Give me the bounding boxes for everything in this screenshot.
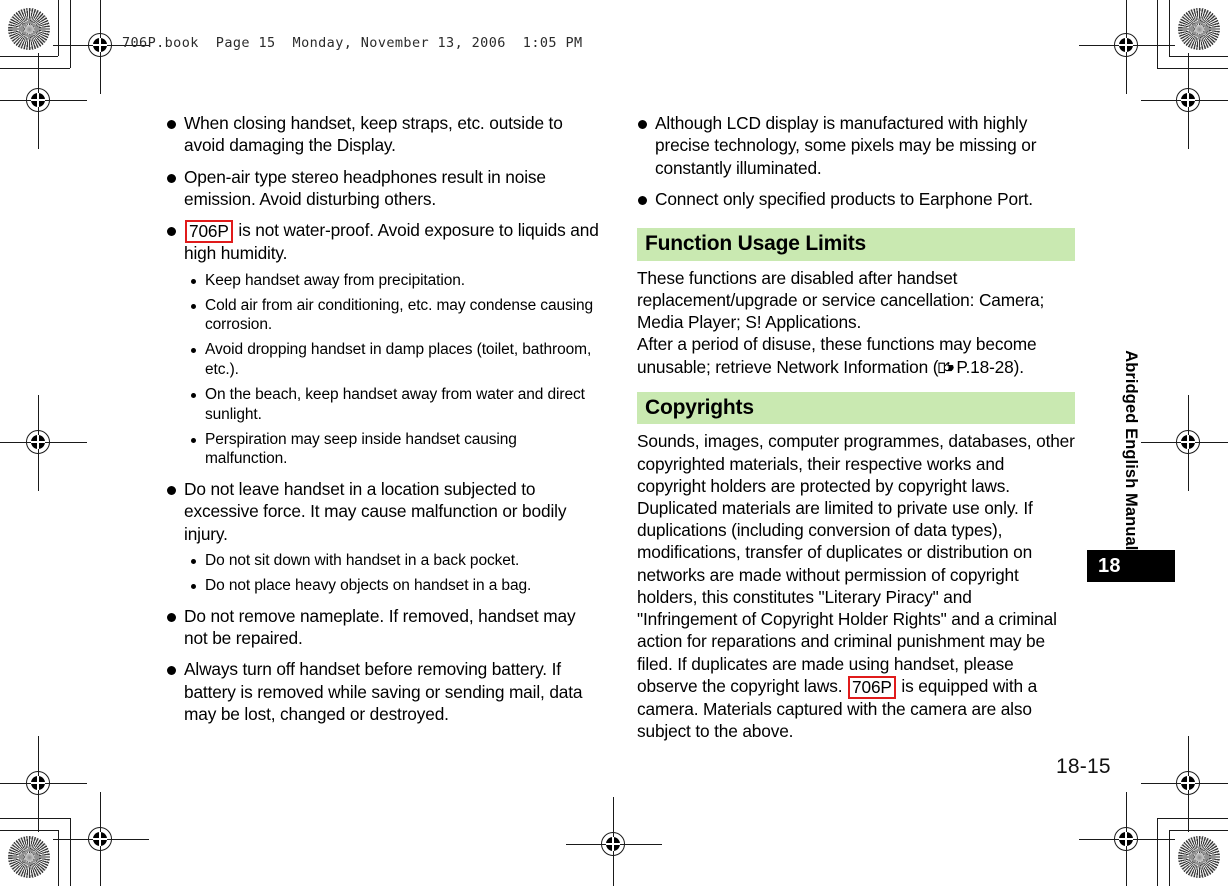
sub-list-item: Do not place heavy objects on handset in… [184, 576, 603, 596]
sidebar-manual-title: Abridged English Manual [1121, 349, 1140, 550]
sidebar-rail: Abridged English Manual [1096, 110, 1140, 550]
sub-bullet-list: Do not sit down with handset in a back p… [184, 551, 603, 596]
left-bullet-list: When closing handset, keep straps, etc. … [166, 112, 603, 725]
list-item: Do not leave handset in a location subje… [166, 478, 603, 596]
list-item: Open-air type stereo headphones result i… [166, 166, 603, 211]
sub-list-item: On the beach, keep handset away from wat… [184, 385, 603, 425]
sub-list-item: Avoid dropping handset in damp places (t… [184, 340, 603, 380]
section-paragraph: Sounds, images, computer programmes, dat… [637, 430, 1075, 742]
sub-bullet-list: Keep handset away from precipitation. Co… [184, 271, 603, 469]
section-heading-copyrights: Copyrights [637, 391, 1075, 425]
sub-list-item: Do not sit down with handset in a back p… [184, 551, 603, 571]
bullet-text: Connect only specified products to Earph… [655, 188, 1033, 209]
model-tag: 706P [848, 675, 896, 699]
page-canvas: 706P.book Page 15 Monday, November 13, 2… [0, 0, 1228, 886]
bullet-text: Do not leave handset in a location subje… [184, 479, 567, 544]
list-item: 706P is not water-proof. Avoid exposure … [166, 219, 603, 469]
chapter-number-tab: 18 [1087, 550, 1175, 582]
bullet-text: is not water-proof. Avoid exposure to li… [184, 220, 599, 264]
bullet-text: Open-air type stereo headphones result i… [184, 166, 546, 209]
section-heading-function-usage-limits: Function Usage Limits [637, 228, 1075, 261]
model-tag: 706P [185, 220, 233, 244]
content-columns: When closing handset, keep straps, etc. … [0, 0, 1228, 886]
right-column: Although LCD display is manufactured wit… [637, 112, 1075, 742]
paragraph-text: Sounds, images, computer programmes, dat… [637, 431, 1075, 696]
bullet-text: Always turn off handset before removing … [184, 659, 583, 725]
right-bullet-list: Although LCD display is manufactured wit… [637, 112, 1075, 210]
paragraph-tail: ). [1013, 356, 1024, 377]
section-paragraph: These functions are disabled after hands… [637, 267, 1045, 333]
sub-list-item: Perspiration may seep inside handset cau… [184, 430, 603, 470]
bullet-text: When closing handset, keep straps, etc. … [184, 113, 563, 156]
left-column: When closing handset, keep straps, etc. … [166, 112, 603, 734]
section-paragraph: After a period of disuse, these function… [637, 333, 1075, 377]
list-item: Although LCD display is manufactured wit… [637, 112, 1075, 179]
list-item: Always turn off handset before removing … [166, 658, 603, 725]
sub-list-item: Keep handset away from precipitation. [184, 271, 603, 291]
list-item: When closing handset, keep straps, etc. … [166, 112, 603, 157]
list-item: Connect only specified products to Earph… [637, 188, 1075, 210]
list-item: Do not remove nameplate. If removed, han… [166, 605, 603, 650]
sub-list-item: Cold air from air conditioning, etc. may… [184, 296, 603, 336]
bullet-text: Although LCD display is manufactured wit… [655, 113, 1037, 178]
pointing-hand-icon [938, 361, 955, 375]
page-number: 18-15 [1056, 755, 1111, 778]
reference-page: P.18-28 [956, 356, 1014, 377]
bullet-text: Do not remove nameplate. If removed, han… [184, 605, 576, 649]
